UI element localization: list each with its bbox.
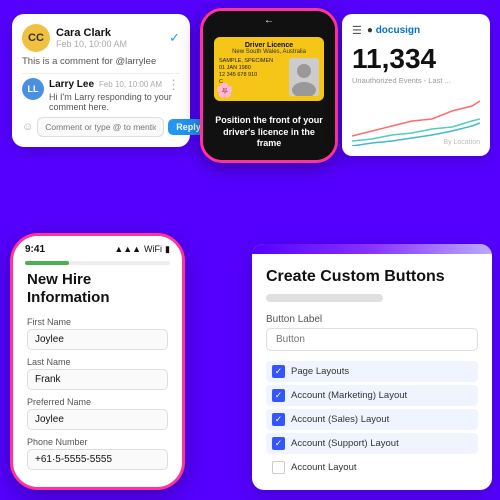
docusign-chart: By Location	[352, 91, 480, 146]
license-card: Driver Licence New South Wales, Australi…	[214, 37, 324, 101]
checkbox-label-2: Account (Marketing) Layout	[291, 390, 407, 401]
phone-status-icons: ▲▲▲ WiFi ▮	[114, 244, 170, 255]
preferred-name-label: Preferred Name	[27, 397, 168, 407]
license-title: Driver Licence	[219, 42, 319, 49]
checkbox-label-1: Page Layouts	[291, 366, 349, 377]
card-top-bar	[252, 244, 492, 254]
reply-content: Larry Lee Feb 10, 10:00 AM ⋮ Hi I'm Larr…	[49, 78, 180, 112]
comment-input[interactable]	[37, 117, 164, 137]
checkbox-icon-1: ✓	[272, 365, 285, 378]
license-image-area: Driver Licence New South Wales, Australi…	[203, 29, 335, 109]
checkbox-page-layouts[interactable]: ✓ Page Layouts	[266, 361, 478, 382]
hamburger-icon[interactable]: ☰	[352, 24, 362, 37]
gray-bar-short	[266, 294, 383, 302]
checkbox-label-3: Account (Sales) Layout	[291, 414, 389, 425]
checkbox-sales[interactable]: ✓ Account (Sales) Layout	[266, 409, 478, 430]
progress-bar-background	[25, 261, 170, 265]
battery-icon: ▮	[165, 244, 170, 255]
reply-date: Feb 10, 10:00 AM	[99, 80, 162, 89]
emoji-icon[interactable]: ☺	[22, 121, 33, 133]
first-name-label: First Name	[27, 317, 168, 327]
docusign-logo: ● docusign	[367, 25, 420, 36]
reply-avatar: LL	[22, 78, 44, 100]
reply-row: LL Larry Lee Feb 10, 10:00 AM ⋮ Hi I'm L…	[22, 78, 180, 112]
comment-input-row: ☺ Reply	[22, 117, 180, 137]
checkbox-support[interactable]: ✓ Account (Support) Layout	[266, 433, 478, 454]
phone-time: 9:41	[25, 244, 45, 255]
checkbox-icon-2: ✓	[272, 389, 285, 402]
chart-location-label: By Location	[443, 139, 480, 146]
progress-bar-fill	[25, 261, 69, 265]
check-icon: ✓	[169, 30, 180, 46]
phone-number-input[interactable]	[27, 449, 168, 470]
license-field-1: SAMPLE, SPECIMEN	[219, 58, 285, 64]
phone-top-bar: ←	[203, 11, 335, 29]
wifi-icon: WiFi	[144, 244, 162, 255]
more-icon[interactable]: ⋮	[167, 78, 180, 91]
checkbox-label-5: Account Layout	[291, 462, 357, 473]
license-field-2: 01 JAN 1980	[219, 65, 285, 71]
checkbox-icon-4: ✓	[272, 437, 285, 450]
phone-caption: Position the front of your driver's lice…	[203, 109, 335, 160]
flower-icon: 🌸	[216, 82, 233, 99]
form-title: New Hire Information	[27, 271, 168, 307]
phone-notch-bar: 9:41 ▲▲▲ WiFi ▮	[13, 236, 182, 257]
reply-name-row: Larry Lee Feb 10, 10:00 AM ⋮	[49, 78, 180, 91]
last-name-label: Last Name	[27, 357, 168, 367]
license-subtitle: New South Wales, Australia	[219, 49, 319, 55]
comment-card: CC Cara Clark Feb 10, 10:00 AM ✓ This is…	[12, 14, 190, 147]
reply-name: Larry Lee	[49, 79, 94, 90]
preferred-name-input[interactable]	[27, 409, 168, 430]
card-title: Create Custom Buttons	[266, 268, 478, 286]
docusign-number: 11,334	[352, 43, 480, 75]
button-label-field-label: Button Label	[266, 314, 478, 325]
checkbox-label-4: Account (Support) Layout	[291, 438, 399, 449]
license-body: SAMPLE, SPECIMEN 01 JAN 1980 12 345 678 …	[219, 58, 319, 96]
driver-license-phone: ← Driver Licence New South Wales, Austra…	[200, 8, 338, 163]
comment-name-block: Cara Clark Feb 10, 10:00 AM	[56, 27, 163, 49]
checkbox-icon-5: ✓	[272, 461, 285, 474]
checkbox-account[interactable]: ✓ Account Layout	[266, 457, 478, 478]
docusign-label: Unauthorized Events - Last ...	[352, 76, 480, 85]
license-field-3: 12 345 678 910	[219, 72, 285, 78]
button-label-input[interactable]	[266, 328, 478, 351]
last-name-input[interactable]	[27, 369, 168, 390]
comment-text: This is a comment for @larrylee	[22, 56, 180, 67]
commenter-name: Cara Clark	[56, 27, 163, 39]
avatar: CC	[22, 24, 50, 52]
signal-icon: ▲▲▲	[114, 244, 141, 255]
new-hire-phone: 9:41 ▲▲▲ WiFi ▮ New Hire Information Fir…	[10, 233, 185, 490]
docusign-header: ☰ ● docusign	[352, 24, 480, 37]
first-name-input[interactable]	[27, 329, 168, 350]
divider	[22, 73, 180, 74]
checkbox-icon-3: ✓	[272, 413, 285, 426]
license-photo	[289, 58, 319, 96]
comment-header: CC Cara Clark Feb 10, 10:00 AM ✓	[22, 24, 180, 52]
license-caption-text: Position the front of your driver's lice…	[211, 115, 327, 150]
back-arrow-icon[interactable]: ←	[264, 15, 274, 26]
comment-date: Feb 10, 10:00 AM	[56, 39, 163, 49]
custom-buttons-card: Create Custom Buttons Button Label ✓ Pag…	[252, 244, 492, 490]
comment-icons: ☺	[22, 121, 33, 133]
reply-text: Hi I'm Larry responding to your comment …	[49, 92, 180, 112]
phone-form-content: New Hire Information First Name Last Nam…	[13, 271, 182, 477]
progress-bar-container	[13, 261, 182, 265]
checkbox-list: ✓ Page Layouts ✓ Account (Marketing) Lay…	[266, 361, 478, 478]
checkbox-marketing[interactable]: ✓ Account (Marketing) Layout	[266, 385, 478, 406]
phone-number-label: Phone Number	[27, 437, 168, 447]
docusign-card: ☰ ● docusign 11,334 Unauthorized Events …	[342, 14, 490, 156]
card-body: Create Custom Buttons Button Label ✓ Pag…	[252, 254, 492, 490]
